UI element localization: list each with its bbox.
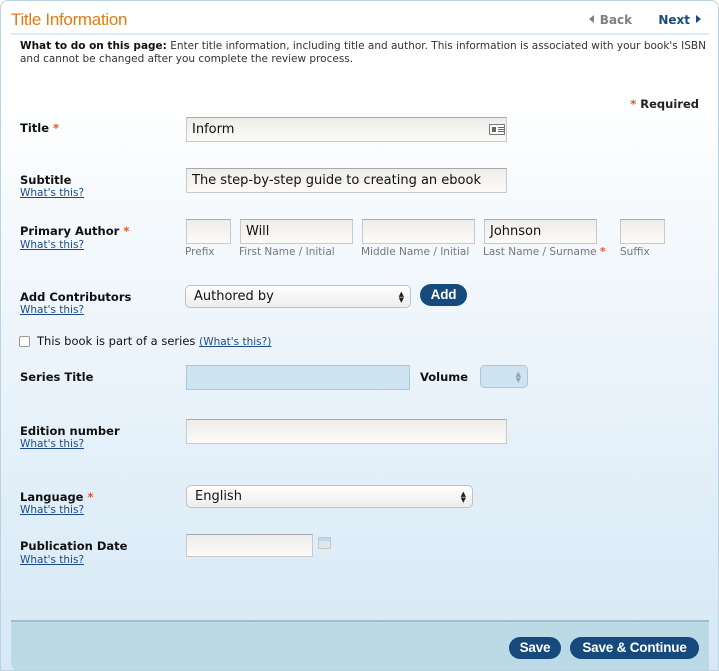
next-link[interactable]: Next (658, 13, 701, 27)
author-last-name-label-text: Last Name / Surname (483, 246, 597, 258)
primary-author-help-link[interactable]: What's this? (20, 239, 84, 251)
contact-card-icon[interactable] (489, 124, 505, 135)
author-suffix-label: Suffix (620, 246, 650, 258)
instructions-lead: What to do on this page: (20, 40, 167, 52)
title-label: Title * (20, 121, 59, 135)
language-label: Language * (20, 490, 94, 504)
edition-help-link[interactable]: What's this? (20, 438, 84, 450)
page-title: Title Information (11, 10, 128, 29)
select-arrows-icon: ▲ ▼ (398, 290, 404, 304)
series-title-input[interactable] (186, 365, 410, 390)
volume-select[interactable]: ▲ ▼ (480, 365, 528, 388)
author-last-name-value: Johnson (490, 224, 542, 239)
page-instructions: What to do on this page: Enter title inf… (20, 40, 710, 66)
save-and-continue-button[interactable]: Save & Continue (570, 637, 699, 659)
language-help-link[interactable]: What's this? (20, 504, 84, 516)
series-checkbox-label: This book is part of a series (What's th… (37, 334, 271, 348)
subtitle-input[interactable]: The step-by-step guide to creating an eb… (186, 168, 507, 193)
series-title-label: Series Title (20, 370, 94, 384)
title-input[interactable]: Inform (186, 117, 507, 142)
required-star: * (630, 97, 637, 111)
edition-number-label: Edition number (20, 424, 120, 438)
triangle-right-icon (696, 15, 701, 23)
contributor-role-value: Authored by (194, 289, 274, 304)
back-label: Back (599, 13, 633, 27)
author-middle-name-label: Middle Name / Initial (361, 246, 470, 258)
wizard-nav: Back Next (588, 13, 701, 27)
add-contributor-button[interactable]: Add (420, 284, 467, 306)
required-star: * (53, 121, 60, 135)
subtitle-help-link[interactable]: What's this? (20, 187, 84, 199)
language-label-text: Language (20, 490, 84, 504)
series-checkbox[interactable] (19, 336, 30, 347)
contributor-role-select[interactable]: Authored by ▲ ▼ (185, 285, 411, 308)
title-value: Inform (192, 122, 235, 137)
author-last-name-input[interactable]: Johnson (484, 219, 597, 244)
contributors-help-link[interactable]: What's this? (20, 304, 84, 316)
language-value: English (195, 489, 242, 504)
form-footer: Save Save & Continue (11, 620, 709, 670)
required-star: * (87, 490, 94, 504)
title-label-text: Title (20, 121, 50, 135)
contributors-label: Add Contributors (20, 290, 132, 304)
required-star: * (123, 224, 130, 238)
publication-date-label: Publication Date (20, 539, 128, 553)
series-help-link[interactable]: (What's this?) (199, 336, 271, 348)
title-information-panel: Title Information Back Next What to do o… (0, 0, 719, 671)
volume-label: Volume (420, 370, 469, 384)
author-first-name-label: First Name / Initial (239, 246, 335, 258)
panel-header: Title Information Back Next (11, 9, 709, 35)
required-label: Required (640, 97, 699, 111)
select-arrows-icon: ▲ ▼ (460, 490, 466, 504)
required-star: * (599, 246, 606, 258)
back-link[interactable]: Back (588, 13, 633, 27)
calendar-icon[interactable] (318, 537, 331, 549)
subtitle-label: Subtitle (20, 173, 72, 187)
publication-date-input[interactable] (186, 534, 313, 557)
author-first-name-input[interactable]: Will (240, 219, 353, 244)
required-legend: * Required (630, 97, 699, 111)
primary-author-label: Primary Author * (20, 224, 129, 238)
subtitle-value: The step-by-step guide to creating an eb… (192, 173, 481, 188)
publication-date-help-link[interactable]: What's this? (20, 554, 84, 566)
save-button[interactable]: Save (509, 637, 561, 659)
author-middle-name-input[interactable] (362, 219, 475, 244)
author-prefix-label: Prefix (185, 246, 215, 258)
language-select[interactable]: English ▲ ▼ (186, 485, 473, 508)
author-suffix-input[interactable] (620, 219, 665, 244)
triangle-left-icon (588, 15, 594, 23)
next-label: Next (658, 13, 690, 27)
author-last-name-label: Last Name / Surname * (483, 246, 605, 258)
edition-number-input[interactable] (186, 419, 507, 444)
select-arrows-icon: ▲ ▼ (515, 370, 521, 384)
series-checkbox-text: This book is part of a series (37, 334, 196, 348)
primary-author-label-text: Primary Author (20, 224, 120, 238)
author-first-name-value: Will (246, 224, 270, 239)
author-prefix-input[interactable] (186, 219, 231, 244)
